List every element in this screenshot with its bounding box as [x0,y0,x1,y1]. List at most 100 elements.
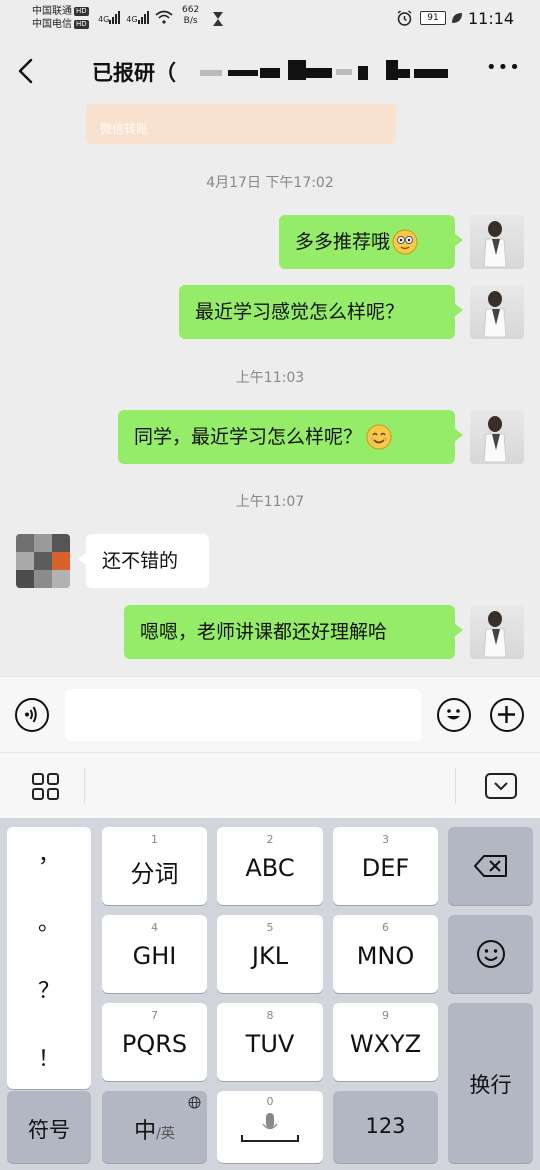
number-label: 123 [365,1114,406,1138]
alarm-icon [397,10,412,26]
faded-card[interactable]: 微信转账 [86,104,396,144]
emoji-icon [477,940,505,968]
chat-title: 已报研（ [92,61,176,85]
space-key[interactable]: 0 [217,1091,323,1163]
keyboard-collapse-icon[interactable] [485,773,517,799]
received-message[interactable]: 还不错的 [78,534,209,588]
globe-icon [188,1096,201,1109]
punctuation-column[interactable]: ， 。 ？ ！ [7,827,91,1089]
microphone-icon [241,1113,299,1142]
language-switch-key[interactable]: 中/英 [102,1091,207,1163]
key-label: TUV [245,1030,295,1058]
emoji-icon [447,709,460,720]
symbol-key[interactable]: 符号 [7,1091,91,1163]
key-1[interactable]: 1 分词 [102,827,207,905]
key-8[interactable]: 8 TUV [217,1003,323,1081]
hd-badge: HD [74,6,89,16]
key-7[interactable]: 7 PQRS [102,1003,207,1081]
exclaim-key[interactable]: ！ [7,1041,91,1073]
key-number: 0 [266,1095,274,1108]
key-5[interactable]: 5 JKL [217,915,323,993]
clock: 11:14 [468,9,515,28]
emoji-key[interactable] [448,915,533,993]
key-label: JKL [251,942,289,970]
question-key[interactable]: ？ [7,973,91,1005]
wifi-icon [155,10,173,24]
lang-main: 中 [134,1119,157,1144]
enter-label: 换行 [469,1073,512,1097]
redacted-title [200,60,460,82]
contact-avatar[interactable] [16,534,70,588]
chat-area: 微信转账 4月17日 下午17:02 多多推荐哦 最近学习感觉怎么样呢？ 上午1… [0,104,540,676]
plus-button[interactable] [490,698,524,732]
key-9[interactable]: 9 WXYZ [333,1003,438,1081]
back-button[interactable] [16,58,36,84]
avatar[interactable] [470,285,524,339]
enter-key[interactable]: 换行 [448,1003,533,1163]
key-label: MNO [356,942,415,970]
message-text: 多多推荐哦 [295,231,391,253]
carrier-2: 中国电信 [32,19,72,30]
timestamp: 4月17日 下午17:02 [206,175,334,191]
chat-header: 已报研（ ••• [0,38,540,104]
voice-icon [25,706,37,723]
hourglass-icon [213,12,223,26]
avatar[interactable] [470,215,524,269]
key-number: 2 [266,833,274,846]
faded-card-text: 微信转账 [100,122,149,136]
message-text: 最近学习感觉怎么样呢？ [195,301,405,323]
message-text: 同学，最近学习怎么样呢？ [134,426,363,448]
avatar[interactable] [470,410,524,464]
message-input[interactable] [65,689,421,741]
key-4[interactable]: 4 GHI [102,915,207,993]
sent-message[interactable]: 多多推荐哦 [279,215,463,269]
key-label: DEF [361,854,410,882]
net-speed-unit: B/s [183,16,198,26]
input-bar [0,676,540,753]
voice-button[interactable] [15,698,49,732]
avatar[interactable] [470,605,524,659]
key-label: GHI [132,942,177,970]
key-number: 9 [382,1009,389,1022]
key-2[interactable]: 2 ABC [217,827,323,905]
leaf-icon [452,13,462,23]
comma-key[interactable]: ， [7,837,91,869]
key-number: 5 [266,921,274,934]
key-3[interactable]: 3 DEF [333,827,438,905]
divider [455,768,456,804]
grid-icon[interactable] [32,773,59,800]
network-4g-label: 4G [126,15,138,24]
timestamp: 上午11:03 [235,370,305,386]
sent-message[interactable]: 最近学习感觉怎么样呢？ [179,285,463,339]
more-button[interactable]: ••• [486,57,521,78]
net-speed: 662 B/s [182,5,199,27]
sent-message[interactable]: 嗯嗯，老师讲课都还好理解哈 [124,605,463,659]
backspace-icon [474,855,507,877]
ime-toolbar [0,752,540,819]
status-bar: 中国联通 HD 中国电信 HD 4G 4G 662 B/s 91 11:14 [0,0,540,38]
key-label: PQRS [121,1030,188,1058]
key-number: 1 [151,833,158,846]
key-label: WXYZ [349,1030,422,1058]
emoji-button[interactable] [437,698,471,732]
carrier-1: 中国联通 [32,6,72,17]
smile-emoji-icon [366,424,392,450]
keyboard: ， 。 ？ ！ 1 分词 2 ABC 3 DEF 4 GHI 5 JKL 6 M… [0,818,540,1170]
key-6[interactable]: 6 MNO [333,915,438,993]
key-label: 分词 [130,860,179,888]
sent-message[interactable]: 同学，最近学习怎么样呢？ [118,410,463,464]
net-speed-value: 662 [182,5,200,15]
period-key[interactable]: 。 [7,905,91,937]
message-text: 还不错的 [102,550,179,572]
divider [84,768,85,804]
symbol-label: 符号 [28,1118,70,1142]
number-key[interactable]: 123 [333,1091,438,1163]
key-label: ABC [245,854,295,882]
timestamp: 上午11:07 [235,494,305,510]
plus-icon [498,706,515,723]
key-number: 8 [266,1009,274,1022]
backspace-key[interactable] [448,827,533,905]
carrier-info: 中国联通 HD 中国电信 HD [32,5,89,31]
signal-indicators: 4G 4G [98,10,173,24]
key-number: 6 [382,921,389,934]
